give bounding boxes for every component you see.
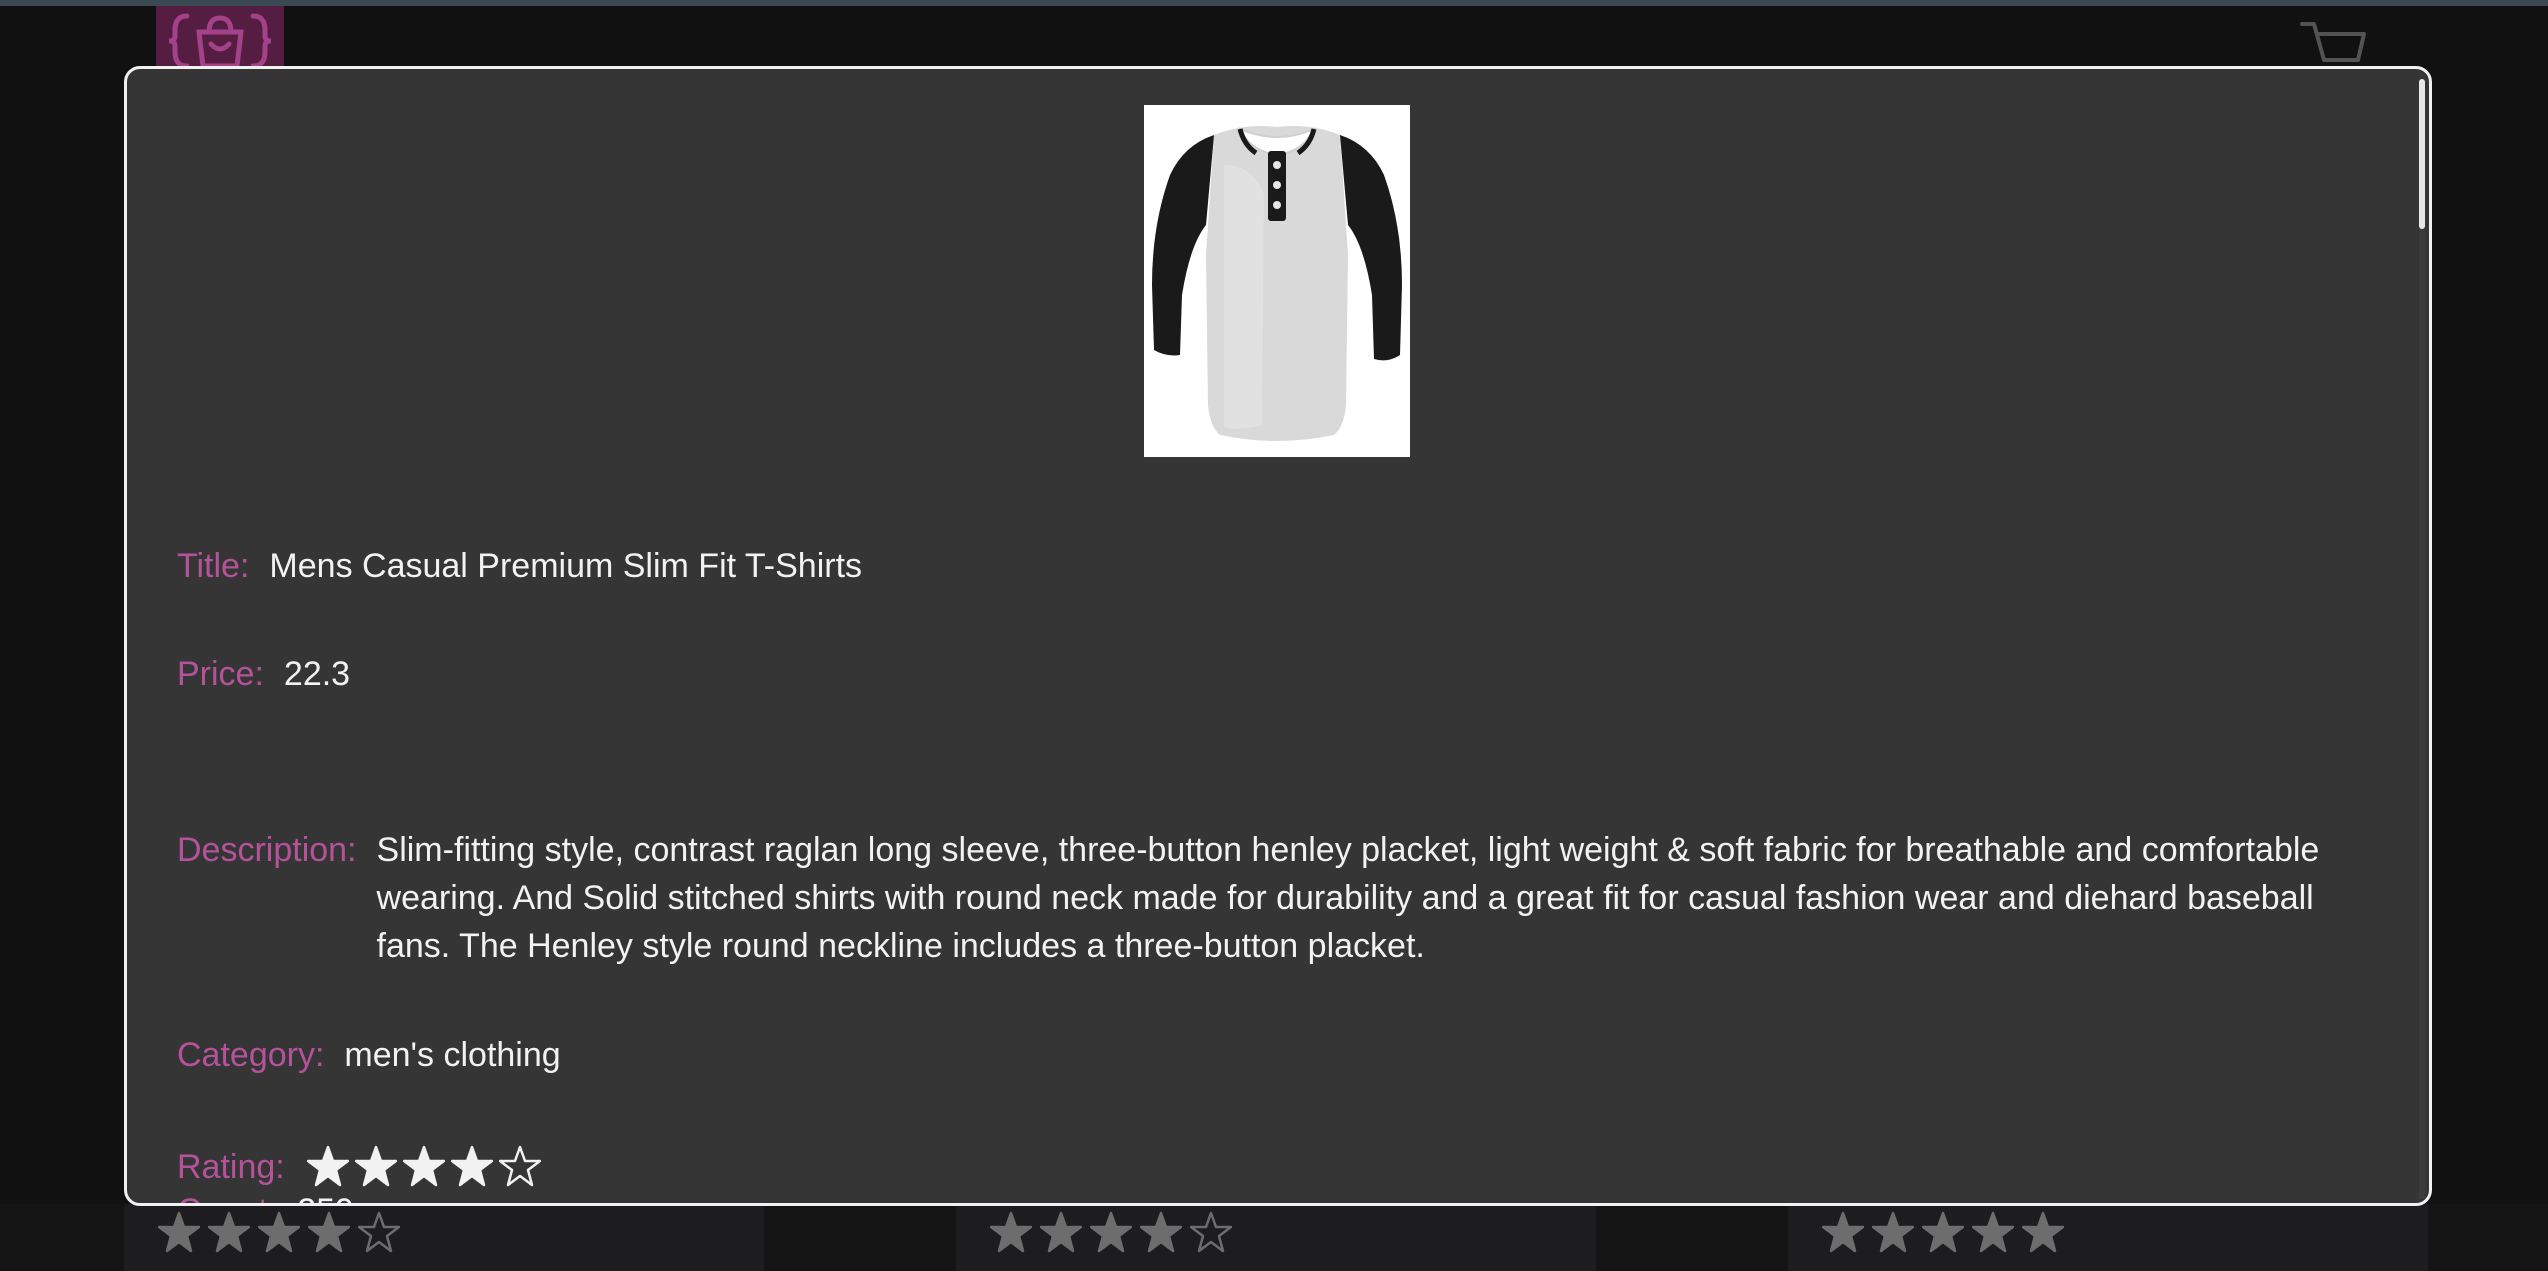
star-filled-icon bbox=[1922, 1211, 1964, 1253]
star-filled-icon bbox=[1090, 1211, 1132, 1253]
product-image bbox=[1144, 105, 1410, 457]
title-label: Title: bbox=[177, 547, 250, 585]
product-category: men's clothing bbox=[344, 1036, 561, 1074]
count-row: Count: 259 bbox=[177, 1187, 354, 1203]
star-filled-icon bbox=[306, 1145, 349, 1187]
price-row: Price: 22.3 bbox=[177, 650, 350, 698]
product-detail-modal[interactable]: Title: Mens Casual Premium Slim Fit T-Sh… bbox=[124, 66, 2432, 1206]
modal-scrollbar-track[interactable] bbox=[2419, 79, 2425, 1199]
star-filled-icon bbox=[258, 1211, 300, 1253]
category-label: Category: bbox=[177, 1036, 325, 1074]
price-label: Price: bbox=[177, 655, 264, 693]
star-filled-icon bbox=[2022, 1211, 2064, 1253]
star-empty-icon bbox=[498, 1145, 541, 1187]
category-row: Category: men's clothing bbox=[177, 1031, 561, 1079]
star-filled-icon bbox=[990, 1211, 1032, 1253]
count-label: Count: bbox=[177, 1187, 277, 1203]
star-filled-icon bbox=[402, 1145, 445, 1187]
window-top-edge bbox=[0, 0, 2548, 6]
product-rating-stars bbox=[306, 1143, 541, 1191]
product-description: Slim-fitting style, contrast raglan long… bbox=[376, 831, 2320, 965]
star-empty-icon bbox=[1190, 1211, 1232, 1253]
description-row: Description: Slim-fitting style, contras… bbox=[177, 826, 2327, 970]
star-filled-icon bbox=[450, 1145, 493, 1187]
background-card-rating bbox=[990, 1204, 1240, 1260]
star-filled-icon bbox=[208, 1211, 250, 1253]
star-filled-icon bbox=[1872, 1211, 1914, 1253]
star-filled-icon bbox=[308, 1211, 350, 1253]
star-filled-icon bbox=[1040, 1211, 1082, 1253]
product-title: Mens Casual Premium Slim Fit T-Shirts bbox=[269, 547, 863, 585]
background-card-rating bbox=[158, 1204, 408, 1260]
star-empty-icon bbox=[358, 1211, 400, 1253]
star-filled-icon bbox=[1972, 1211, 2014, 1253]
star-filled-icon bbox=[1822, 1211, 1864, 1253]
star-filled-icon bbox=[1140, 1211, 1182, 1253]
star-filled-icon bbox=[158, 1211, 200, 1253]
description-label: Description: bbox=[177, 831, 357, 869]
background-card-rating bbox=[1822, 1204, 2072, 1260]
product-price: 22.3 bbox=[283, 655, 351, 693]
star-filled-icon bbox=[354, 1145, 397, 1187]
rating-label: Rating: bbox=[177, 1148, 285, 1186]
title-row: Title: Mens Casual Premium Slim Fit T-Sh… bbox=[177, 542, 862, 590]
rating-row: Rating: bbox=[177, 1143, 541, 1191]
modal-scrollbar-thumb[interactable] bbox=[2419, 79, 2425, 229]
product-count: 259 bbox=[297, 1187, 354, 1203]
